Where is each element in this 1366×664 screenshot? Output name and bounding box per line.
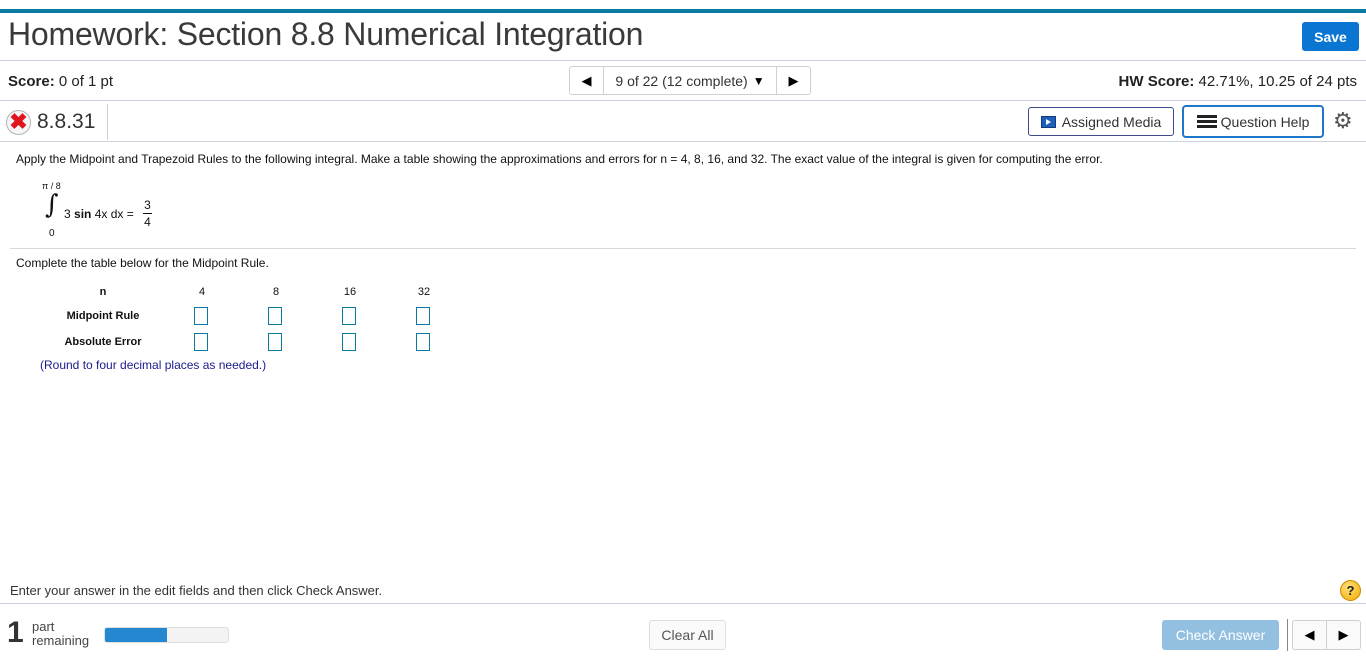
row-label-midpoint: Midpoint Rule bbox=[66, 310, 140, 322]
midpoint-n16-input[interactable] bbox=[342, 307, 356, 325]
integrand-function: sin bbox=[74, 207, 92, 221]
incorrect-x-icon: ✖ bbox=[6, 109, 31, 135]
divider bbox=[0, 603, 1366, 604]
n-value: 32 bbox=[417, 286, 431, 298]
fraction-denominator: 4 bbox=[144, 215, 151, 229]
footer-navigator: ◀ ▶ bbox=[1292, 620, 1361, 650]
table-header-row: n 4 8 16 32 bbox=[40, 286, 460, 308]
error-n32-input[interactable] bbox=[416, 333, 430, 351]
question-help-label: Question Help bbox=[1220, 113, 1310, 130]
error-n16-input[interactable] bbox=[342, 333, 356, 351]
integral-sign: ∫ bbox=[45, 190, 59, 220]
caret-left-icon: ◀ bbox=[581, 72, 592, 88]
rounding-note: (Round to four decimal places as needed.… bbox=[40, 358, 267, 372]
gear-icon[interactable]: ⚙ bbox=[1333, 110, 1353, 132]
integrand-coefficient: 3 bbox=[64, 207, 71, 221]
divider bbox=[10, 248, 1356, 249]
check-answer-button[interactable]: Check Answer bbox=[1162, 620, 1279, 650]
hw-score-value: 42.71%, 10.25 of 24 pts bbox=[1198, 73, 1357, 90]
question-position: 9 of 22 (12 complete) bbox=[615, 72, 748, 89]
divider bbox=[1287, 619, 1288, 651]
row-label-absolute-error: Absolute Error bbox=[64, 336, 142, 348]
midpoint-n32-input[interactable] bbox=[416, 307, 430, 325]
clear-all-button[interactable]: Clear All bbox=[649, 620, 726, 650]
footer-previous-button[interactable]: ◀ bbox=[1293, 621, 1327, 649]
question-help-button[interactable]: Question Help bbox=[1182, 105, 1324, 138]
midpoint-n8-input[interactable] bbox=[268, 307, 282, 325]
remaining-word: remaining bbox=[32, 633, 90, 648]
divider bbox=[0, 141, 1366, 142]
error-n8-input[interactable] bbox=[268, 333, 282, 351]
question-select-dropdown[interactable]: 9 of 22 (12 complete) ▼ bbox=[604, 67, 776, 94]
score: Score: 0 of 1 pt bbox=[8, 73, 113, 90]
integral-lower-limit: 0 bbox=[49, 228, 55, 239]
integrand: 3 sin 4x dx = bbox=[64, 207, 134, 221]
score-label: Score: bbox=[8, 73, 55, 90]
previous-question-button[interactable]: ◀ bbox=[570, 67, 604, 94]
integral-expression: π / 8 ∫ 0 3 sin 4x dx = 3 4 bbox=[40, 181, 180, 241]
caret-down-icon: ▼ bbox=[752, 73, 765, 88]
fraction-numerator: 3 bbox=[144, 198, 151, 212]
n-value: 16 bbox=[343, 286, 357, 298]
parts-progress-bar bbox=[104, 627, 229, 643]
table-instruction: Complete the table below for the Midpoin… bbox=[16, 256, 269, 270]
video-icon bbox=[1040, 115, 1056, 128]
n-value: 8 bbox=[272, 286, 280, 298]
assigned-media-button[interactable]: Assigned Media bbox=[1028, 107, 1174, 136]
progress-fill bbox=[105, 628, 167, 642]
top-accent-bar bbox=[0, 9, 1366, 13]
integrand-argument: 4x dx = bbox=[94, 207, 134, 221]
save-button[interactable]: Save bbox=[1302, 22, 1359, 51]
parts-word: part bbox=[32, 619, 55, 634]
list-icon bbox=[1196, 115, 1217, 128]
parts-remaining-label: part remaining bbox=[32, 620, 89, 648]
n-value: 4 bbox=[198, 286, 206, 298]
midpoint-n4-input[interactable] bbox=[194, 307, 208, 325]
caret-right-icon: ▶ bbox=[1338, 627, 1349, 642]
score-value: 0 of 1 pt bbox=[58, 73, 114, 90]
next-question-button[interactable]: ▶ bbox=[776, 67, 810, 94]
hw-score-label: HW Score: bbox=[1118, 73, 1195, 90]
parts-remaining-count: 1 bbox=[7, 616, 24, 649]
question-navigator: ◀ 9 of 22 (12 complete) ▼ ▶ bbox=[569, 66, 811, 95]
question-prompt: Apply the Midpoint and Trapezoid Rules t… bbox=[16, 152, 1103, 166]
fraction-bar bbox=[143, 213, 152, 214]
question-number: 8.8.31 bbox=[37, 110, 96, 133]
divider bbox=[0, 60, 1366, 61]
assigned-media-label: Assigned Media bbox=[1061, 113, 1162, 130]
page-title: Homework: Section 8.8 Numerical Integrat… bbox=[8, 16, 644, 52]
table-row: Midpoint Rule bbox=[40, 307, 460, 332]
question-id: ✖ 8.8.31 bbox=[6, 106, 95, 138]
caret-left-icon: ◀ bbox=[1304, 627, 1315, 642]
footer-next-button[interactable]: ▶ bbox=[1327, 621, 1360, 649]
divider bbox=[0, 100, 1366, 101]
integral-result-fraction: 3 4 bbox=[143, 198, 152, 229]
n-header: n bbox=[99, 286, 107, 298]
divider bbox=[107, 104, 108, 140]
help-question-icon[interactable]: ? bbox=[1340, 580, 1361, 601]
error-n4-input[interactable] bbox=[194, 333, 208, 351]
hw-score: HW Score: 42.71%, 10.25 of 24 pts bbox=[1119, 73, 1357, 90]
answer-instruction: Enter your answer in the edit fields and… bbox=[10, 583, 383, 598]
table-row: Absolute Error bbox=[40, 333, 460, 358]
caret-right-icon: ▶ bbox=[788, 72, 799, 88]
